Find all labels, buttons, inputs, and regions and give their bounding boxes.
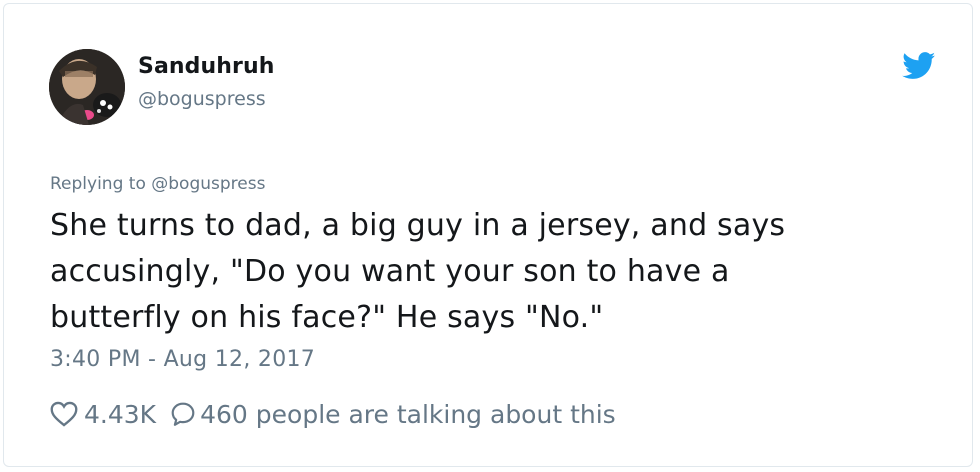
display-name[interactable]: Sanduhruh	[138, 54, 275, 79]
replying-to: Replying to @boguspress	[50, 174, 265, 194]
heart-icon[interactable]	[50, 401, 78, 427]
replying-prefix: Replying to	[50, 174, 146, 194]
tweet-actions: 4.43K 460 people are talking about this	[50, 396, 616, 432]
tweet-timestamp-link[interactable]: 3:40 PM - Aug 12, 2017	[50, 347, 315, 372]
avatar[interactable]	[49, 49, 125, 125]
tweet-card: Sanduhruh @boguspress Replying to @bogus…	[3, 3, 973, 467]
likes-count[interactable]: 4.43K	[84, 400, 156, 429]
user-handle[interactable]: @boguspress	[138, 88, 266, 110]
talking-label[interactable]: people are talking about this	[256, 400, 616, 429]
speech-bubble-icon[interactable]	[170, 401, 196, 427]
tweet-text-line: accusingly, "Do you want your son to hav…	[50, 254, 730, 289]
tweet-text-line: butterfly on his face?" He says "No."	[50, 300, 604, 335]
avatar-image	[49, 49, 125, 125]
tweet-text-line: She turns to dad, a big guy in a jersey,…	[50, 208, 786, 243]
reply-mention-link[interactable]: @boguspress	[151, 174, 265, 194]
talking-count[interactable]: 460	[200, 400, 248, 429]
twitter-bird-icon[interactable]	[902, 52, 936, 80]
tweet-text: She turns to dad, a big guy in a jersey,…	[50, 203, 950, 341]
